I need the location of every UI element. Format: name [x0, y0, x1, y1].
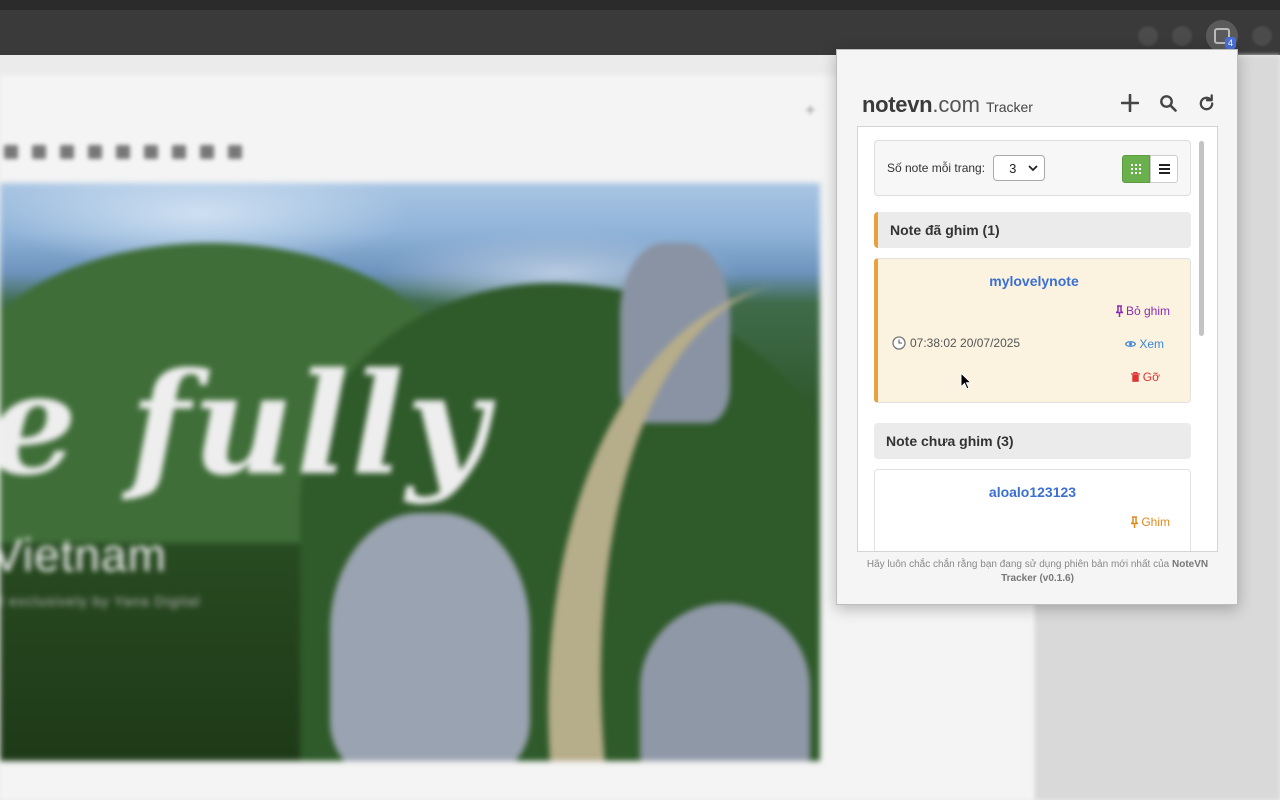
note-time-text: 07:38:02 20/07/2025 — [910, 336, 1021, 350]
pin-icon — [1131, 516, 1139, 528]
popup-header: notevn .com Tracker — [862, 90, 1217, 120]
footer-text: Hãy luôn chắc chắn rằng bạn đang sử dụng… — [866, 559, 1172, 570]
note-title-link[interactable]: mylovelynote — [878, 273, 1190, 289]
unpin-button[interactable]: Bỏ ghim — [1115, 304, 1170, 318]
notevn-extension-button[interactable]: 4 — [1206, 20, 1238, 52]
profile-icon[interactable] — [1252, 26, 1272, 46]
view-label: Xem — [1139, 337, 1164, 351]
search-icon[interactable] — [1157, 92, 1179, 114]
extension-icon[interactable] — [1138, 26, 1158, 46]
note-title-link[interactable]: aloalo123123 — [875, 484, 1190, 500]
remove-button[interactable]: Gỡ — [1130, 370, 1160, 384]
pin-label: Ghim — [1141, 515, 1170, 529]
extension-badge: 4 — [1224, 37, 1236, 49]
list-icon — [1158, 164, 1170, 174]
toolbar-icon[interactable] — [200, 145, 214, 159]
per-page-label: Số note mỗi trang: — [887, 161, 986, 175]
pinned-section-title: Note đã ghim (1) — [874, 212, 1191, 248]
toolbar-icon[interactable] — [88, 145, 102, 159]
per-page-select[interactable]: 3 — [993, 155, 1046, 181]
hero-subtitle: l exclusively by Yana Digital — [0, 593, 201, 609]
brand-name: notevn — [862, 92, 933, 117]
chevron-down-icon — [1028, 165, 1038, 172]
refresh-icon[interactable] — [1195, 92, 1217, 114]
toolbar-icon[interactable] — [228, 145, 242, 159]
add-icon[interactable]: + — [805, 100, 816, 121]
grid-icon — [1131, 164, 1141, 174]
unpin-label: Bỏ ghim — [1125, 304, 1170, 318]
extension-icon[interactable] — [1172, 26, 1192, 46]
note-timestamp: 07:38:02 20/07/2025 — [892, 336, 1020, 350]
notes-scroll-area[interactable]: Số note mỗi trang: 3 Note đã ghim (1) my… — [857, 126, 1218, 552]
per-page-value: 3 — [1009, 160, 1017, 176]
view-toggle — [1122, 155, 1178, 183]
trash-icon — [1130, 372, 1140, 382]
remove-label: Gỡ — [1142, 370, 1160, 384]
mouse-cursor — [960, 371, 973, 395]
plus-icon[interactable] — [1119, 92, 1141, 114]
toolbar-icon[interactable] — [172, 145, 186, 159]
header-actions — [1119, 92, 1217, 114]
toolbar-icon[interactable] — [32, 145, 46, 159]
view-button[interactable]: Xem — [1125, 337, 1164, 351]
browser-toolbar: 4 — [0, 0, 1280, 55]
pin-button[interactable]: Ghim — [1131, 515, 1170, 529]
pagination-controls: Số note mỗi trang: 3 — [874, 140, 1191, 196]
hero-image: e fully Vietnam l exclusively by Yana Di… — [0, 183, 820, 761]
unpinned-note-card: aloalo123123 Ghim — [874, 469, 1191, 551]
extension-tray: 4 — [1138, 20, 1272, 52]
toolbar-icon[interactable] — [60, 145, 74, 159]
unpinned-section-title: Note chưa ghim (3) — [874, 423, 1191, 459]
toolbar-icon[interactable] — [144, 145, 158, 159]
notevn-tracker-popup: notevn .com Tracker Số note mỗi trang: 3 — [836, 49, 1238, 605]
popup-footer: Hãy luôn chắc chắn rằng bạn đang sử dụng… — [857, 558, 1218, 586]
toolbar-icon[interactable] — [4, 145, 18, 159]
toolbar-icon[interactable] — [116, 145, 130, 159]
scrollbar-thumb[interactable] — [1199, 141, 1204, 336]
hero-script-text: e fully — [0, 343, 490, 507]
brand-tag: Tracker — [986, 99, 1033, 115]
grid-view-button[interactable] — [1122, 155, 1150, 183]
list-view-button[interactable] — [1150, 155, 1178, 183]
pinned-note-card: mylovelynote Bỏ ghim 07:38:02 20/07/2025… — [874, 258, 1191, 403]
editor-toolbar — [0, 140, 330, 164]
pin-icon — [1115, 305, 1123, 317]
eye-icon — [1125, 341, 1137, 347]
hero-country-text: Vietnam — [0, 529, 167, 581]
brand-domain: .com — [932, 92, 980, 117]
clock-icon — [892, 336, 906, 350]
